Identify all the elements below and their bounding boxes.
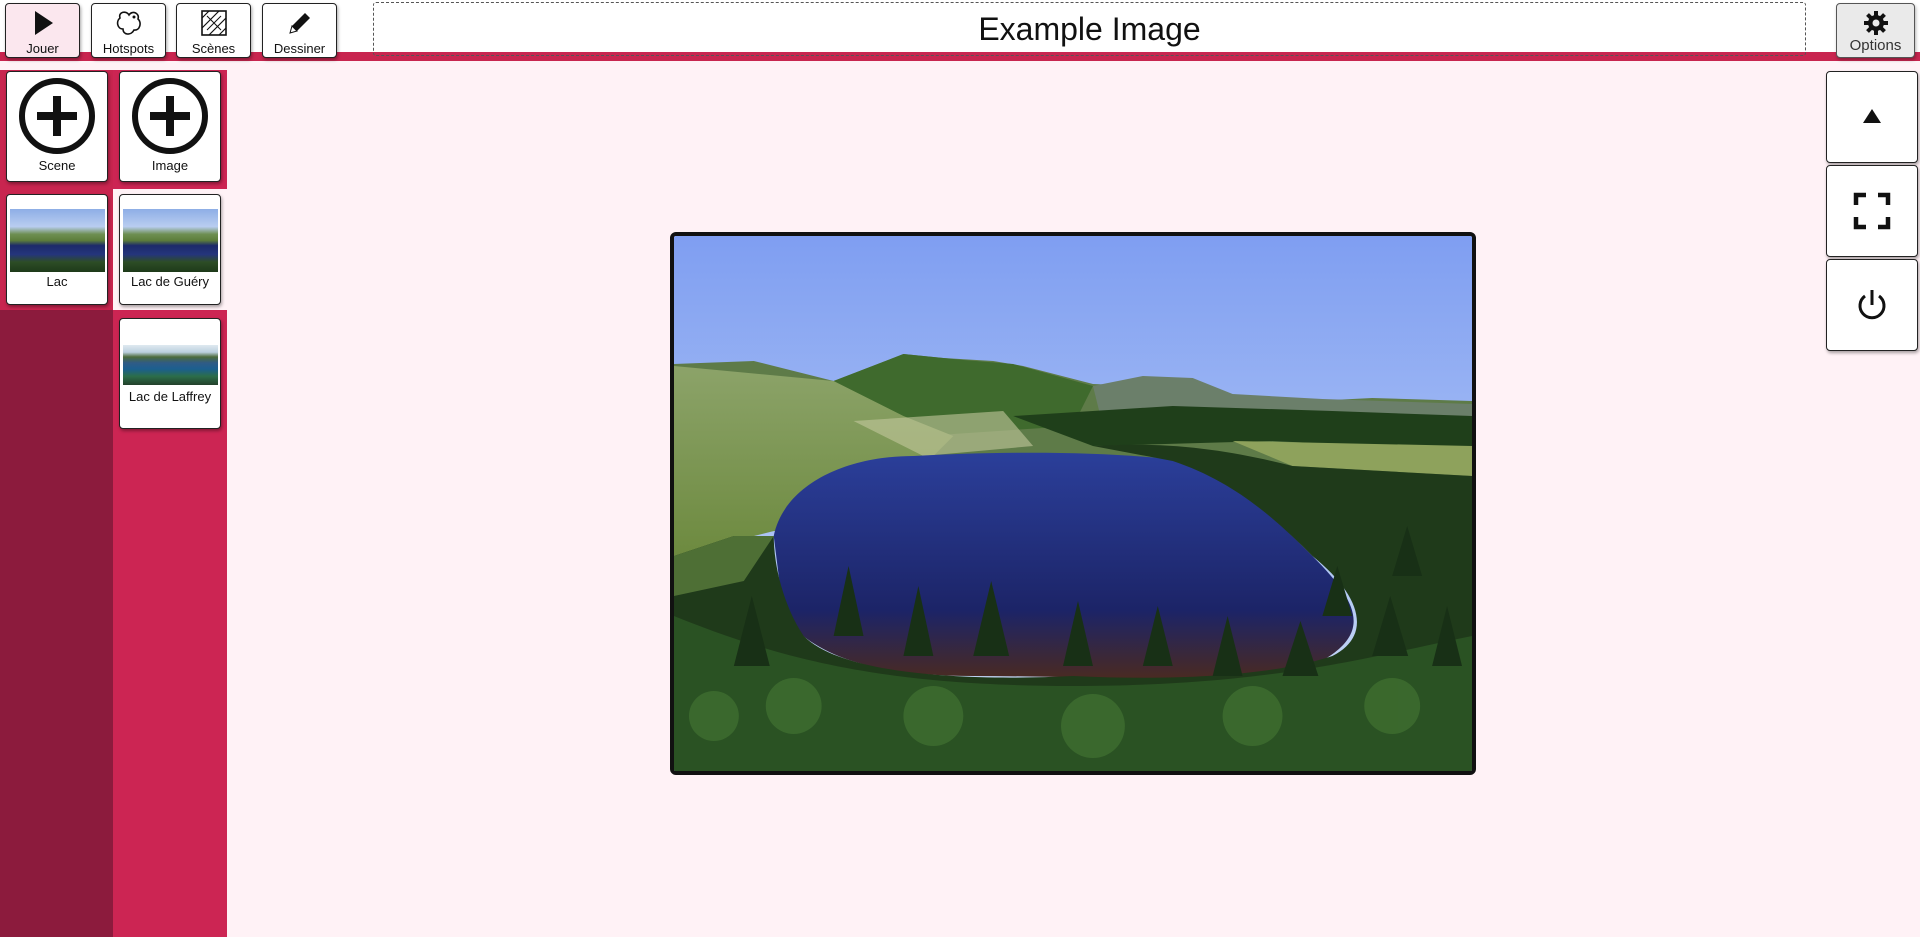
- add-image-label: Image: [151, 158, 189, 173]
- play-icon: [34, 11, 53, 35]
- options-label: Options: [1849, 37, 1902, 54]
- pencil-icon: [288, 13, 310, 34]
- add-scene-label: Scene: [38, 158, 76, 173]
- scenes-button[interactable]: Scènes: [176, 3, 251, 58]
- options-button[interactable]: Options: [1836, 3, 1915, 58]
- scene-item-label: Lac: [46, 274, 68, 289]
- hotspot-shape-icon: [116, 11, 141, 35]
- plus-circle-icon: [132, 78, 208, 154]
- add-scene-button[interactable]: Scene: [6, 71, 108, 182]
- scene-item[interactable]: Lac: [6, 194, 108, 305]
- scenes-label: Scènes: [191, 41, 236, 56]
- play-label: Jouer: [26, 41, 59, 56]
- image-item-label: Lac de Laffrey: [128, 389, 212, 404]
- scenes-icon: [200, 10, 227, 36]
- hotspots-label: Hotspots: [102, 41, 155, 56]
- top-toolbar: Jouer Hotspots Scènes Dessiner Example I…: [0, 0, 1920, 61]
- gear-icon: [1863, 11, 1888, 35]
- add-image-button[interactable]: Image: [119, 71, 221, 182]
- project-title[interactable]: Example Image: [373, 2, 1806, 56]
- scene-thumbnail: [9, 209, 105, 272]
- fullscreen-icon: [1853, 192, 1891, 230]
- move-up-button[interactable]: [1826, 71, 1918, 163]
- draw-button[interactable]: Dessiner: [262, 3, 337, 58]
- draw-label: Dessiner: [273, 41, 326, 56]
- power-button[interactable]: [1826, 259, 1918, 351]
- power-icon: [1858, 290, 1886, 320]
- plus-circle-icon: [19, 78, 95, 154]
- image-item[interactable]: Lac de Laffrey: [119, 318, 221, 429]
- image-thumbnail: [122, 209, 218, 272]
- lake-landscape-image: [674, 236, 1472, 771]
- fullscreen-button[interactable]: [1826, 165, 1918, 257]
- hotspots-button[interactable]: Hotspots: [91, 3, 166, 58]
- image-thumbnail: [122, 345, 218, 385]
- play-button[interactable]: Jouer: [5, 3, 80, 58]
- triangle-up-icon: [1863, 109, 1881, 123]
- image-item[interactable]: Lac de Guéry: [119, 194, 221, 305]
- image-item-label: Lac de Guéry: [130, 274, 210, 289]
- scene-image[interactable]: [670, 232, 1476, 775]
